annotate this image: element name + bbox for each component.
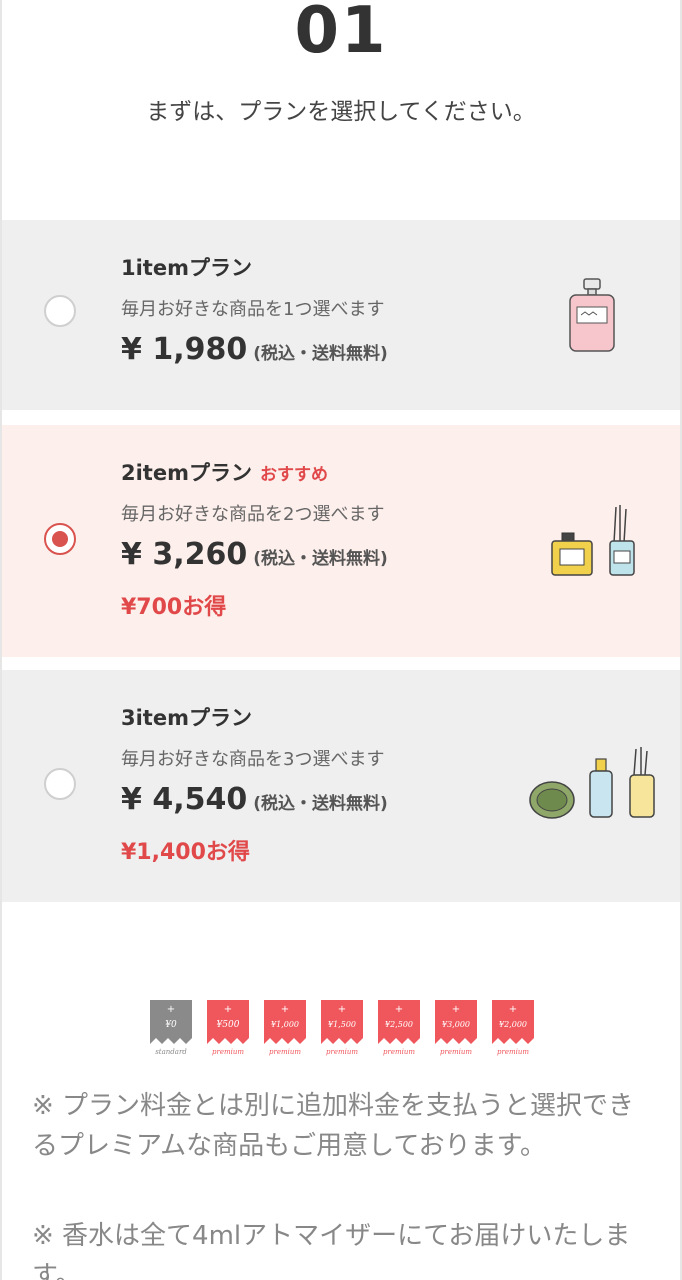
plus-icon: + xyxy=(509,1004,517,1015)
recommended-badge: おすすめ xyxy=(259,465,328,485)
plan-description: 毎月お好きな商品を2つ選べます xyxy=(121,504,385,525)
price-tag-amount: ¥1,500 xyxy=(328,1020,356,1029)
price-tag-tier: premium xyxy=(383,1048,415,1056)
plan-price: ¥ 1,980 (税込・送料無料) xyxy=(121,332,388,367)
plan-radio-1item[interactable] xyxy=(44,295,76,327)
price-tag-tier: premium xyxy=(269,1048,301,1056)
tax-note: (税込・送料無料) xyxy=(253,344,388,364)
price-tag-amount: ¥2,500 xyxy=(385,1020,413,1029)
plus-icon: + xyxy=(338,1004,346,1015)
plan-name: 1itemプラン xyxy=(121,256,252,280)
plan-price: ¥ 3,260 (税込・送料無料) xyxy=(121,537,388,572)
premium-note: ※ プラン料金とは別に追加料金を支払うと選択できるプレミアムな商品もご用意してお… xyxy=(32,1091,635,1161)
plan-name: 3itemプラン xyxy=(121,706,252,730)
step-number: 01 xyxy=(294,0,388,68)
plan-name: 2itemプラン おすすめ xyxy=(121,461,328,485)
price-tag-tier: standard xyxy=(155,1048,187,1056)
price-tag-tier: premium xyxy=(497,1048,529,1056)
three-products-icon xyxy=(529,747,655,819)
premium-price-tags: + ¥0 standard + ¥500 premium + ¥1,000 premium + ¥1… xyxy=(150,1000,540,1060)
plus-icon: + xyxy=(224,1004,232,1015)
plan-radio-3item[interactable] xyxy=(44,768,76,800)
price-tag-3: + ¥1,500 premium xyxy=(321,1000,363,1056)
step-instruction: まずは、プランを選択してください。 xyxy=(146,99,536,125)
price-tag-tier: premium xyxy=(212,1048,244,1056)
price-tag-tier: premium xyxy=(440,1048,472,1056)
plan-radio-2item[interactable] xyxy=(44,523,76,555)
plan-price: ¥ 4,540 (税込・送料無料) xyxy=(121,782,388,817)
plan-option-3item[interactable]: 3itemプラン 毎月お好きな商品を3つ選べます ¥ 4,540 (税込・送料無料… xyxy=(2,670,680,902)
price-tag-4: + ¥2,500 premium xyxy=(378,1000,420,1056)
tax-note: (税込・送料無料) xyxy=(253,794,388,814)
radio-selected-dot xyxy=(52,531,68,547)
price-tag-2: + ¥1,000 premium xyxy=(264,1000,306,1056)
plan-option-1item[interactable]: 1itemプラン 毎月お好きな商品を1つ選べます ¥ 1,980 (税込・送料無料… xyxy=(2,220,680,410)
tax-note: (税込・送料無料) xyxy=(253,549,388,569)
plus-icon: + xyxy=(281,1004,289,1015)
perfume-and-diffuser-icon xyxy=(551,505,635,576)
price-tag-6: + ¥2,000 premium xyxy=(492,1000,534,1056)
plan-saving: ¥700お得 xyxy=(121,595,227,620)
price-tag-amount: ¥2,000 xyxy=(499,1020,527,1029)
plus-icon: + xyxy=(452,1004,460,1015)
price-tag-amount: ¥3,000 xyxy=(442,1020,470,1029)
plan-saving: ¥1,400お得 xyxy=(121,840,250,865)
price-tag-1: + ¥500 premium xyxy=(207,1000,249,1056)
price-tag-5: + ¥3,000 premium xyxy=(435,1000,477,1056)
atomizer-note: ※ 香水は全て4mlアトマイザーにてお届けいたします。 xyxy=(32,1221,631,1280)
price-tag-tier: premium xyxy=(326,1048,358,1056)
price-tag-amount: ¥1,000 xyxy=(271,1020,299,1029)
price-tag-0: + ¥0 standard xyxy=(150,1000,192,1056)
plus-icon: + xyxy=(395,1004,403,1015)
plus-icon: + xyxy=(167,1004,175,1015)
perfume-bottle-icon xyxy=(569,278,615,352)
plan-description: 毎月お好きな商品を1つ選べます xyxy=(121,299,385,320)
plan-selection-page: 01 まずは、プランを選択してください。 1itemプラン 毎月お好きな商品を1… xyxy=(0,0,682,1280)
price-tag-amount: ¥500 xyxy=(217,1020,240,1030)
price-tag-amount: ¥0 xyxy=(165,1020,177,1030)
plan-option-2item[interactable]: 2itemプラン おすすめ 毎月お好きな商品を2つ選べます ¥ 3,260 (税込・… xyxy=(2,425,680,657)
plan-description: 毎月お好きな商品を3つ選べます xyxy=(121,749,385,770)
